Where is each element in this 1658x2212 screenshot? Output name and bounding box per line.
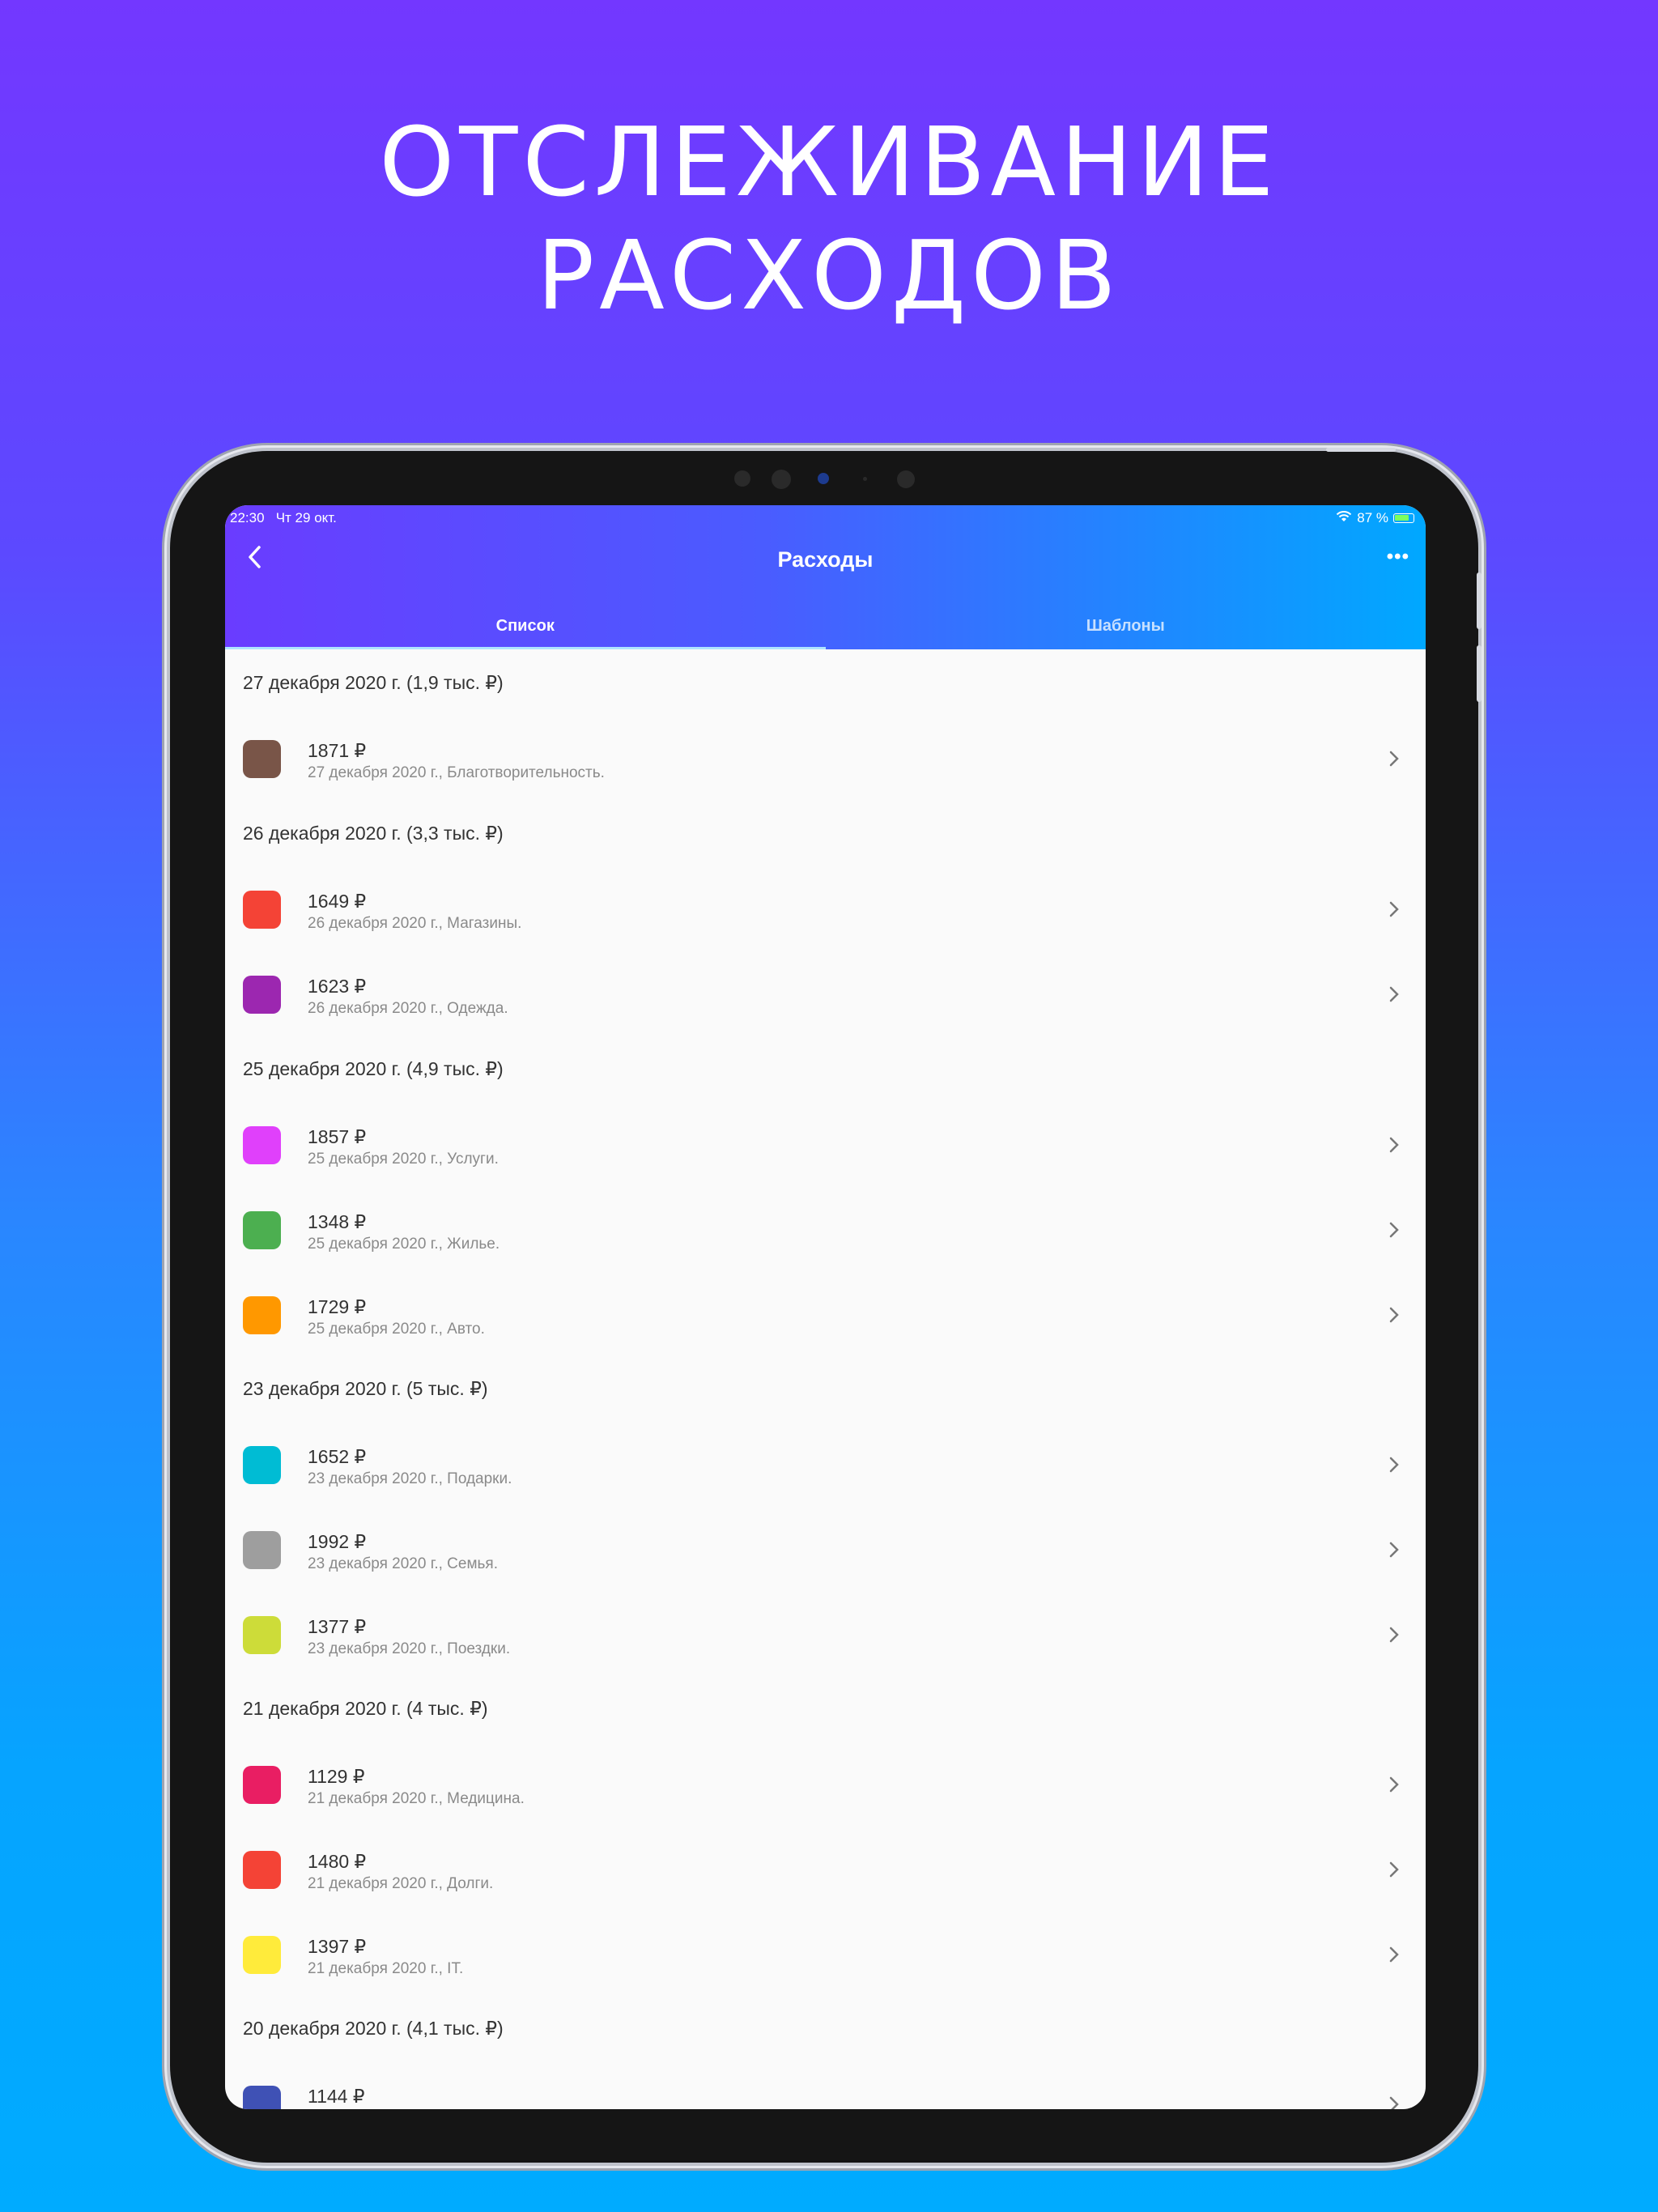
expense-description: 23 декабря 2020 г., Семья.: [308, 1555, 498, 1572]
headline-line-1: ОТСЛЕЖИВАНИЕ: [379, 106, 1279, 218]
top-button: [1326, 448, 1396, 452]
expense-description: 27 декабря 2020 г., Благотворительность.: [308, 764, 605, 781]
chevron-right-icon: [1389, 1307, 1399, 1323]
expense-item[interactable]: 1992 ₽ 23 декабря 2020 г., Семья.: [225, 1508, 1426, 1593]
expense-description: 26 декабря 2020 г., Магазины.: [308, 915, 522, 932]
expense-item[interactable]: 1377 ₽ 23 декабря 2020 г., Поездки.: [225, 1593, 1426, 1678]
expense-description: 21 декабря 2020 г., IT.: [308, 1960, 464, 1977]
expense-amount: 1729 ₽: [308, 1296, 367, 1317]
expense-item[interactable]: 1623 ₽ 26 декабря 2020 г., Одежда.: [225, 953, 1426, 1037]
chevron-right-icon: [1389, 1776, 1399, 1793]
expense-item[interactable]: 1480 ₽ 21 декабря 2020 г., Долги.: [225, 1828, 1426, 1912]
expense-amount: 1397 ₽: [308, 1936, 367, 1957]
promo-headline: ОТСЛЕЖИВАНИЕ РАСХОДОВ: [0, 105, 1658, 332]
expense-description: 21 декабря 2020 г., Долги.: [308, 1875, 494, 1892]
chevron-right-icon: [1389, 1137, 1399, 1153]
chevron-right-icon: [1389, 751, 1399, 767]
category-color: [243, 976, 281, 1014]
expense-amount: 1623 ₽: [308, 976, 367, 997]
chevron-right-icon: [1389, 1457, 1399, 1473]
section-header: 20 декабря 2020 г. (4,1 тыс. ₽): [243, 2018, 504, 2039]
expense-item[interactable]: 1857 ₽ 25 декабря 2020 г., Услуги.: [225, 1104, 1426, 1188]
category-color: [243, 891, 281, 929]
category-color: [243, 1446, 281, 1484]
expense-description: 23 декабря 2020 г., Подарки.: [308, 1470, 512, 1487]
battery-icon: [1393, 513, 1414, 523]
volume-down-button: [1477, 645, 1482, 702]
chevron-right-icon: [1389, 1627, 1399, 1643]
status-date: Чт 29 окт.: [275, 510, 337, 525]
section-header: 27 декабря 2020 г. (1,9 тыс. ₽): [243, 672, 504, 693]
status-time: 22:30: [230, 510, 265, 525]
expense-amount: 1652 ₽: [308, 1446, 367, 1467]
category-color: [243, 1616, 281, 1654]
category-color: [243, 1211, 281, 1249]
category-color: [243, 1531, 281, 1569]
chevron-right-icon: [1389, 1542, 1399, 1558]
headline-line-2: РАСХОДОВ: [536, 219, 1121, 331]
tab-list[interactable]: Список: [225, 602, 826, 649]
category-color: [243, 1936, 281, 1974]
category-color: [243, 1766, 281, 1804]
category-color: [243, 1126, 281, 1164]
chevron-right-icon: [1389, 901, 1399, 917]
section-header: 21 декабря 2020 г. (4 тыс. ₽): [243, 1698, 488, 1719]
app-screen: 22:30 Чт 29 окт. 87 % Расходы ••• Список…: [225, 505, 1426, 2109]
expense-item[interactable]: 1144 ₽: [225, 2063, 1426, 2109]
section-header: 25 декабря 2020 г. (4,9 тыс. ₽): [243, 1058, 504, 1079]
more-button[interactable]: •••: [1387, 546, 1409, 568]
expense-item[interactable]: 1649 ₽ 26 декабря 2020 г., Магазины.: [225, 868, 1426, 952]
chevron-right-icon: [1389, 1946, 1399, 1963]
expense-item[interactable]: 1652 ₽ 23 декабря 2020 г., Подарки.: [225, 1423, 1426, 1508]
expense-amount: 1857 ₽: [308, 1126, 367, 1147]
expense-amount: 1992 ₽: [308, 1531, 367, 1552]
expense-amount: 1144 ₽: [308, 2086, 365, 2107]
category-color: [243, 740, 281, 778]
expense-item[interactable]: 1729 ₽ 25 декабря 2020 г., Авто.: [225, 1274, 1426, 1358]
expense-amount: 1377 ₽: [308, 1616, 367, 1637]
app-bar: 22:30 Чт 29 окт. 87 % Расходы ••• Список…: [225, 505, 1426, 649]
expense-amount: 1649 ₽: [308, 891, 367, 912]
tab-templates[interactable]: Шаблоны: [826, 602, 1426, 649]
expense-description: 25 декабря 2020 г., Услуги.: [308, 1151, 499, 1168]
expense-description: 21 декабря 2020 г., Медицина.: [308, 1790, 525, 1807]
category-color: [243, 1851, 281, 1889]
expense-description: 25 декабря 2020 г., Жилье.: [308, 1236, 500, 1253]
front-camera: [818, 473, 829, 484]
expense-item[interactable]: 1348 ₽ 25 декабря 2020 г., Жилье.: [225, 1189, 1426, 1273]
section-header: 23 декабря 2020 г. (5 тыс. ₽): [243, 1378, 488, 1399]
expense-description: 26 декабря 2020 г., Одежда.: [308, 1000, 508, 1017]
page-title: Расходы: [777, 547, 874, 572]
category-color: [243, 1296, 281, 1334]
chevron-right-icon: [1389, 2096, 1399, 2109]
expense-item[interactable]: 1129 ₽ 21 декабря 2020 г., Медицина.: [225, 1743, 1426, 1827]
chevron-right-icon: [1389, 986, 1399, 1002]
wifi-icon: [1336, 510, 1352, 526]
expense-item[interactable]: 1871 ₽ 27 декабря 2020 г., Благотворител…: [225, 717, 1426, 802]
sensor-dot: [772, 470, 791, 489]
section-header: 26 декабря 2020 г. (3,3 тыс. ₽): [243, 823, 504, 844]
tab-bar: Список Шаблоны: [225, 602, 1426, 649]
battery-percent: 87 %: [1357, 510, 1388, 525]
status-bar-left: 22:30 Чт 29 окт.: [230, 510, 337, 526]
tablet-frame: 22:30 Чт 29 окт. 87 % Расходы ••• Список…: [170, 448, 1482, 2163]
chevron-right-icon: [1389, 1861, 1399, 1878]
sensor-dot: [863, 477, 867, 481]
category-color: [243, 2086, 281, 2109]
volume-up-button: [1477, 572, 1482, 629]
status-bar-right: 87 %: [1336, 510, 1414, 526]
expense-item[interactable]: 1397 ₽ 21 декабря 2020 г., IT.: [225, 1913, 1426, 1997]
expense-amount: 1129 ₽: [308, 1766, 365, 1787]
expense-description: 25 декабря 2020 г., Авто.: [308, 1321, 485, 1338]
expense-description: 23 декабря 2020 г., Поездки.: [308, 1640, 511, 1657]
expense-amount: 1871 ₽: [308, 740, 367, 761]
expense-amount: 1348 ₽: [308, 1211, 367, 1232]
expense-amount: 1480 ₽: [308, 1851, 367, 1872]
sensor-dot: [897, 470, 915, 488]
chevron-right-icon: [1389, 1222, 1399, 1238]
sensor-dot: [734, 470, 750, 487]
